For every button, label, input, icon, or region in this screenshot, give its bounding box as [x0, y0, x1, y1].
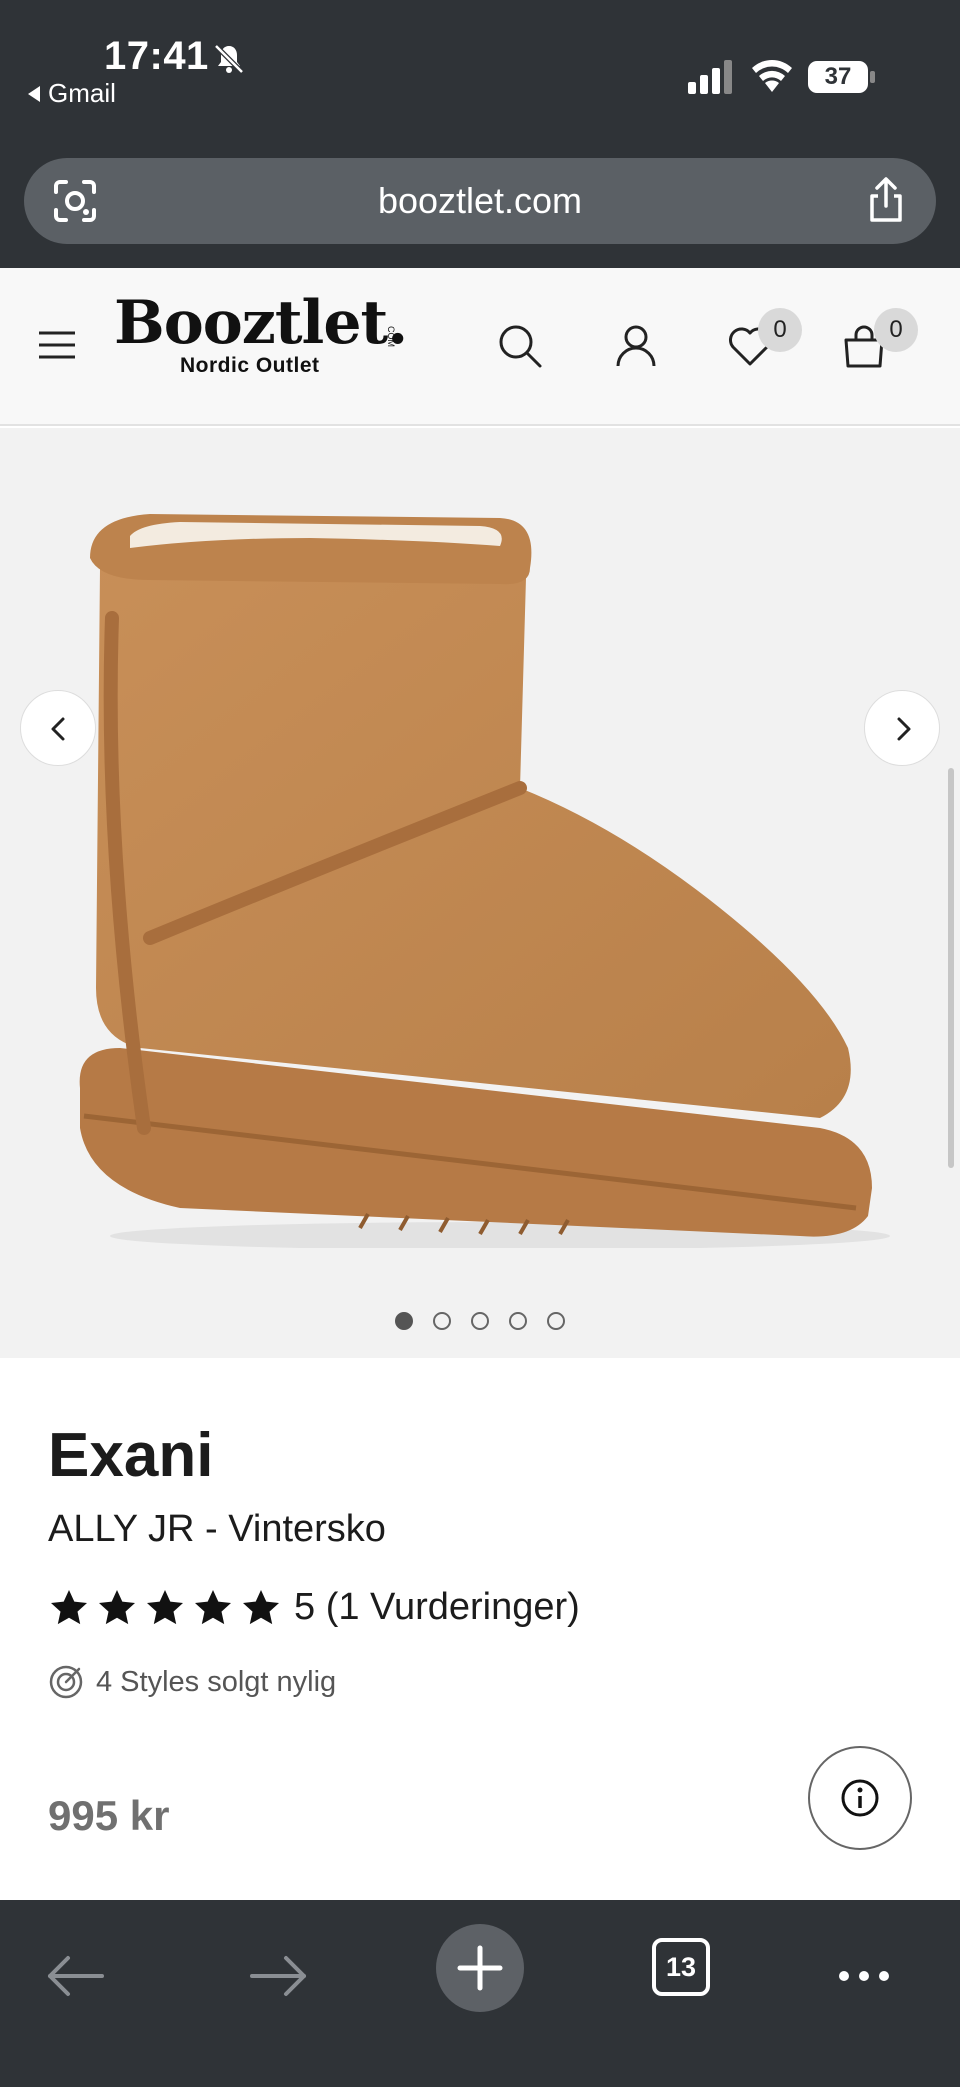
- browser-chrome: 17:41 Gmail 37 booztlet.com: [0, 0, 960, 268]
- rating-text: 5 (1 Vurderinger): [294, 1586, 580, 1628]
- star-icon: [99, 1589, 135, 1624]
- wifi-icon: [752, 60, 792, 92]
- product-brand[interactable]: Exani: [48, 1420, 213, 1491]
- back-to-app-link[interactable]: Gmail: [28, 78, 116, 109]
- product-image: [79, 514, 890, 1248]
- product-rating[interactable]: 5 (1 Vurderinger): [48, 1586, 580, 1629]
- info-icon: [841, 1779, 879, 1817]
- sold-recently-info: 4 Styles solgt nylig: [48, 1664, 336, 1700]
- gallery-dot[interactable]: [395, 1312, 413, 1330]
- menu-icon[interactable]: [38, 330, 76, 360]
- chevron-left-icon: [51, 717, 65, 741]
- star-icon: [243, 1589, 279, 1624]
- gallery-dot[interactable]: [547, 1312, 565, 1330]
- star-icon: [51, 1589, 87, 1624]
- back-arrow-icon[interactable]: [44, 1940, 108, 2012]
- cellular-signal-icon: [688, 60, 732, 94]
- rating-stars: [48, 1587, 282, 1629]
- battery-level: 37: [824, 63, 852, 90]
- product-price: 995 kr: [48, 1792, 170, 1839]
- status-time: 17:41: [104, 34, 209, 78]
- star-icon: [195, 1589, 231, 1624]
- tab-switcher-button[interactable]: 13: [652, 1938, 710, 1996]
- account-icon[interactable]: [612, 322, 660, 370]
- star-icon: [147, 1589, 183, 1624]
- chevron-right-icon: [897, 717, 911, 741]
- address-bar[interactable]: booztlet.com: [24, 158, 936, 244]
- back-triangle-icon: [28, 85, 40, 102]
- back-app-label: Gmail: [48, 78, 116, 108]
- info-button[interactable]: [808, 1746, 912, 1850]
- gallery-dot[interactable]: [433, 1312, 451, 1330]
- product-gallery[interactable]: [0, 428, 960, 1358]
- new-tab-button[interactable]: [436, 1924, 524, 2012]
- site-header: Booztlet. COM Nordic Outlet 0 0: [0, 268, 960, 426]
- wishlist-count-badge: 0: [758, 308, 802, 352]
- bell-muted-icon: [214, 44, 244, 74]
- gallery-next-button[interactable]: [864, 690, 940, 766]
- page-scrollbar[interactable]: [948, 768, 954, 1168]
- gallery-pagination: [0, 1312, 960, 1330]
- more-options-icon[interactable]: [832, 1940, 896, 2012]
- logo-com: COM: [386, 326, 396, 347]
- target-icon: [49, 1665, 83, 1699]
- sold-recently-text: 4 Styles solgt nylig: [96, 1665, 337, 1698]
- product-name: ALLY JR - Vintersko: [48, 1508, 386, 1550]
- battery-indicator: 37: [808, 60, 876, 94]
- share-icon[interactable]: [864, 176, 908, 224]
- gallery-dot[interactable]: [471, 1312, 489, 1330]
- cart-count-badge: 0: [874, 308, 918, 352]
- browser-toolbar: 13: [0, 1900, 960, 2087]
- url-text[interactable]: booztlet.com: [24, 180, 936, 222]
- plus-icon: [457, 1945, 503, 1991]
- site-logo[interactable]: Booztlet. COM Nordic Outlet: [114, 288, 408, 378]
- search-icon[interactable]: [496, 322, 544, 370]
- gallery-prev-button[interactable]: [20, 690, 96, 766]
- forward-arrow-icon[interactable]: [246, 1940, 310, 2012]
- gallery-dot[interactable]: [509, 1312, 527, 1330]
- logo-wordmark: Booztlet.: [114, 288, 408, 358]
